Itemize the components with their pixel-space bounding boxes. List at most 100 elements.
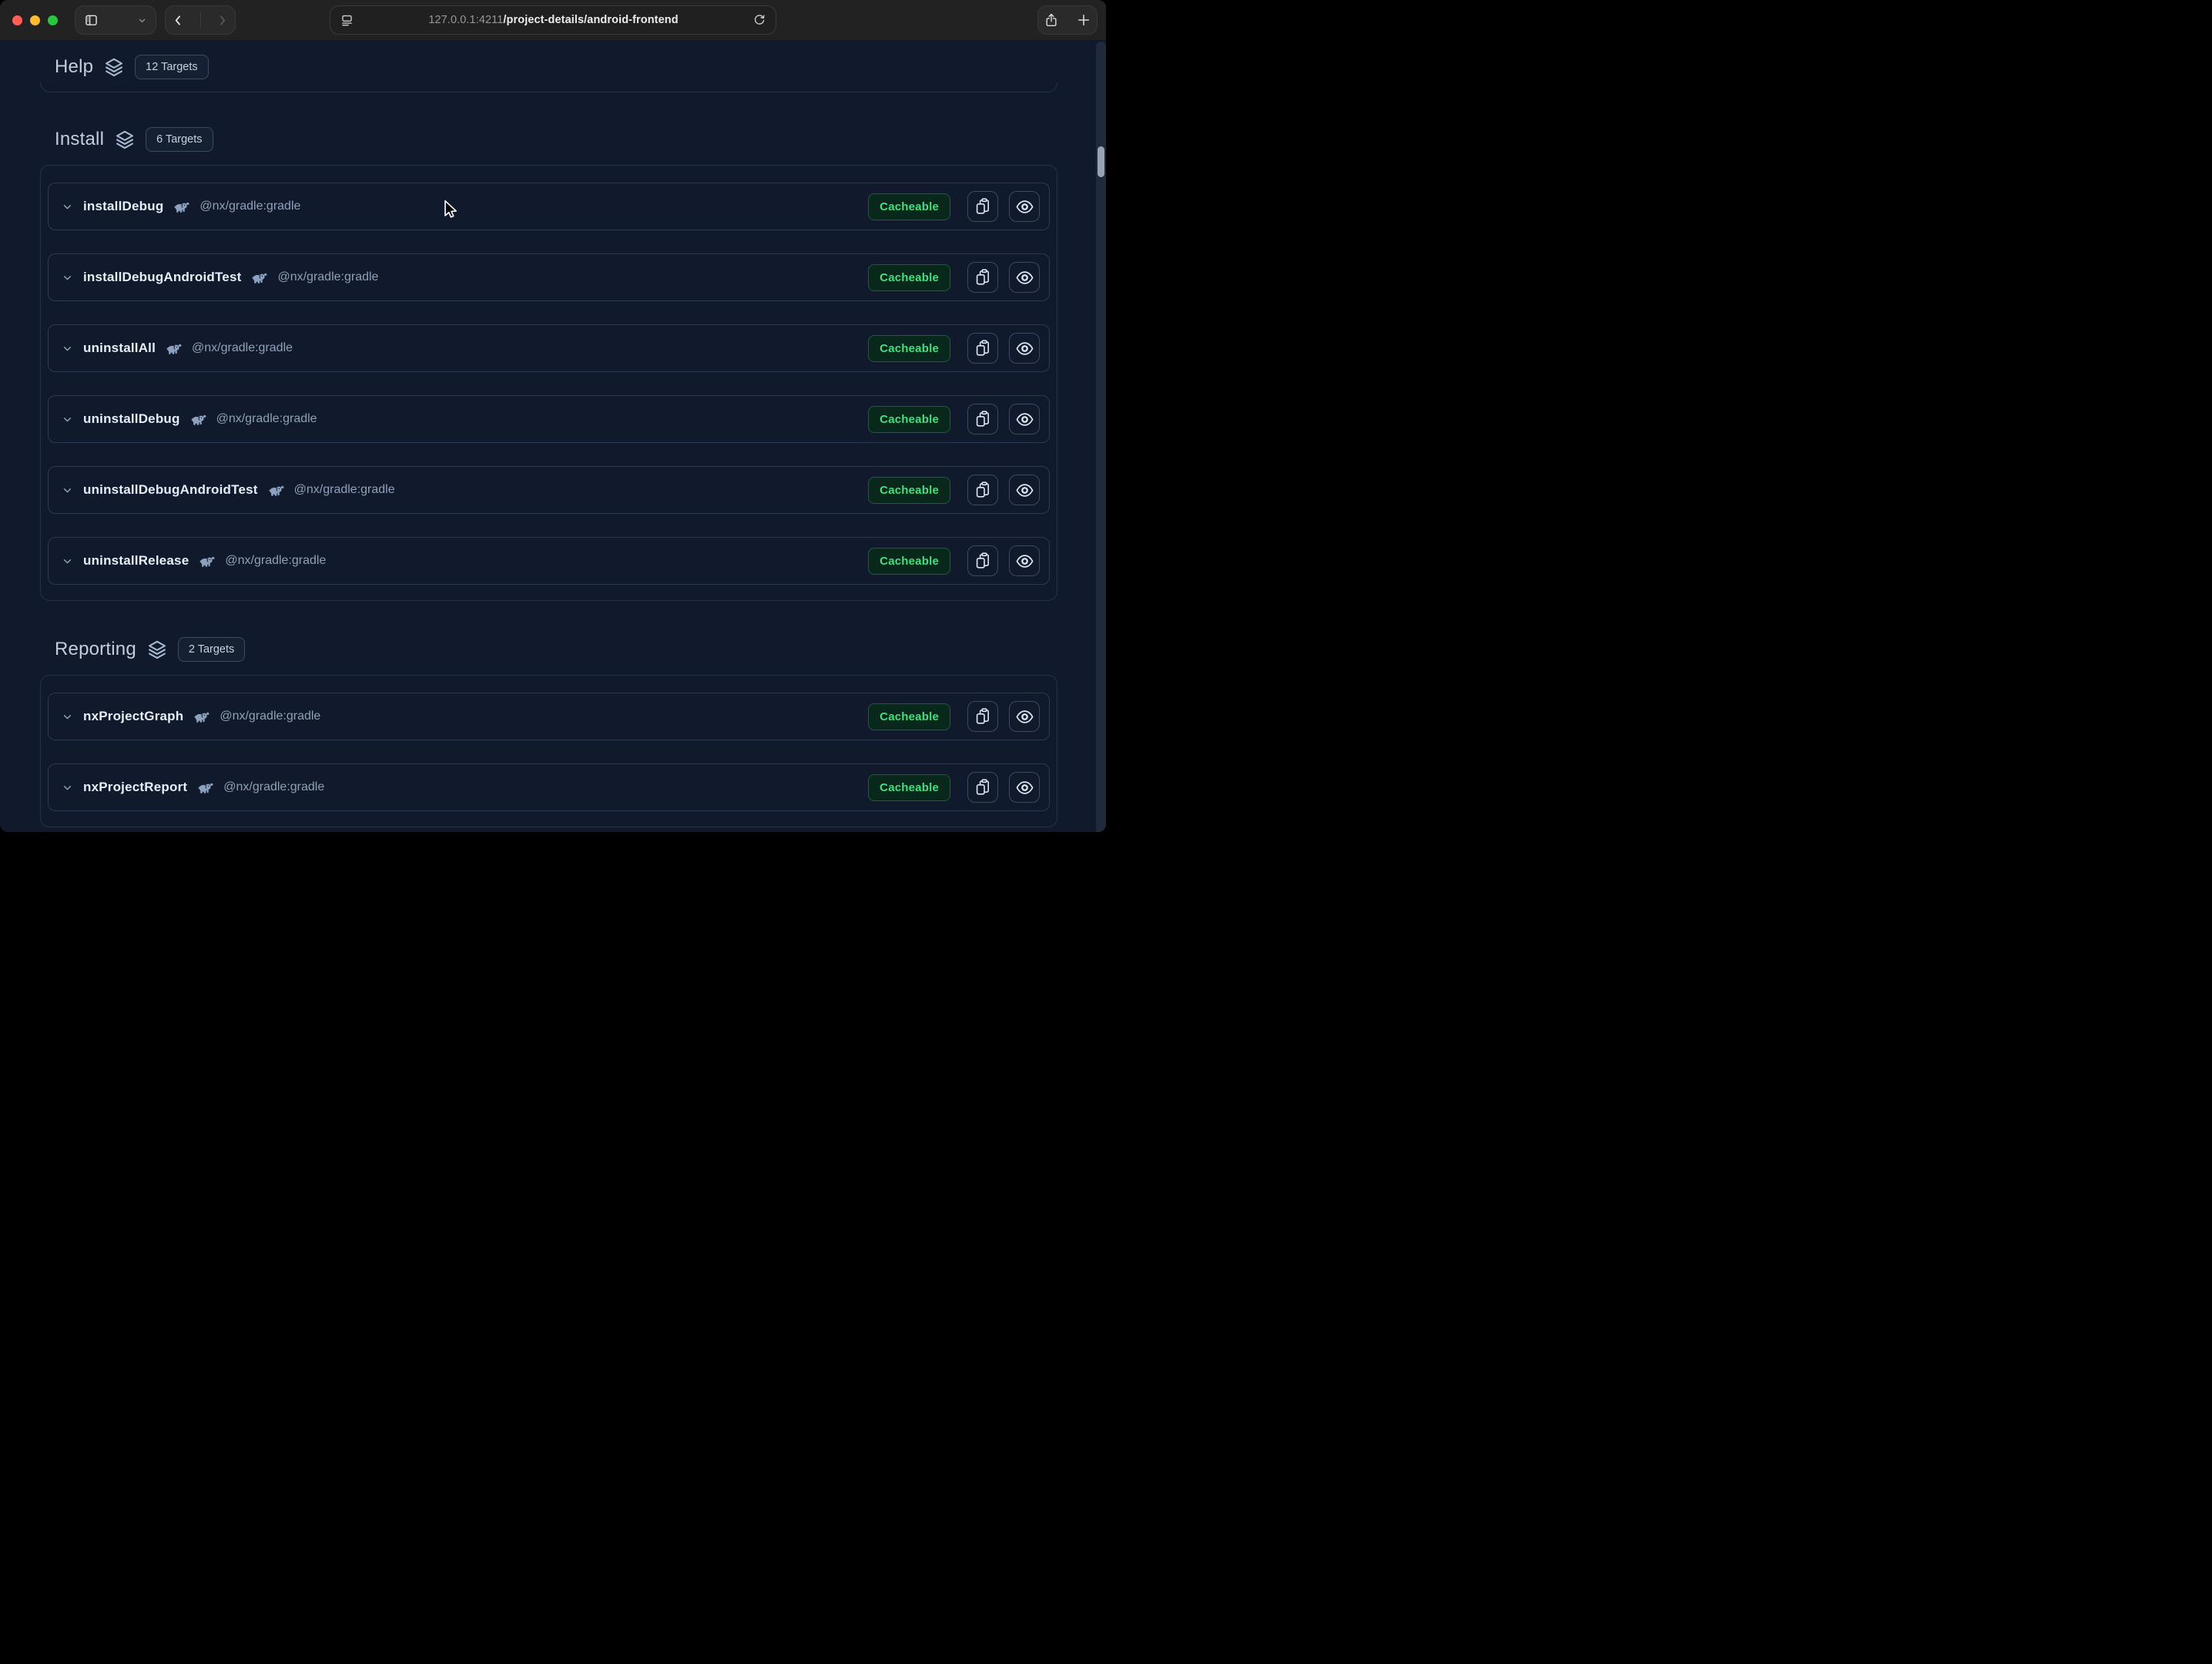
target-name: installDebug [83,199,163,214]
view-target-button[interactable] [1009,772,1040,803]
gradle-elephant-icon [166,341,182,356]
copy-target-button[interactable] [967,475,998,505]
section-header: Install 6 Targets [55,126,1057,153]
target-executor: @nx/gradle:gradle [220,710,320,723]
layers-icon [104,57,124,77]
expand-chevron-icon[interactable] [61,200,74,213]
copy-target-button[interactable] [967,191,998,222]
section-header: Reporting 2 Targets [55,636,1057,663]
copy-target-button[interactable] [967,404,998,434]
eye-icon [1015,552,1034,571]
targets-count-badge: 2 Targets [178,637,245,662]
expand-chevron-icon[interactable] [61,710,74,723]
targets-count-badge: 6 Targets [146,127,213,152]
target-row[interactable]: uninstallRelease @nx/gradle:gradle Cache… [48,537,1050,585]
row-actions: Cacheable [868,772,1040,803]
sidebar-toggle-button[interactable] [83,12,99,29]
back-button[interactable] [171,13,186,28]
forward-button[interactable] [215,13,230,28]
view-target-button[interactable] [1009,475,1040,505]
share-group [1037,5,1098,35]
copy-target-button[interactable] [967,262,998,293]
target-row[interactable]: uninstallDebugAndroidTest @nx/gradle:gra… [48,466,1050,514]
sidebar-toggle-group [75,5,156,35]
row-actions: Cacheable [868,262,1040,293]
eye-icon [1015,197,1034,216]
copy-target-button[interactable] [967,545,998,576]
share-icon [1044,12,1059,28]
target-executor: @nx/gradle:gradle [216,412,317,426]
expand-chevron-icon[interactable] [61,413,74,426]
view-target-button[interactable] [1009,333,1040,364]
view-target-button[interactable] [1009,191,1040,222]
target-row[interactable]: installDebugAndroidTest @nx/gradle:gradl… [48,253,1050,301]
gradle-elephant-icon [251,270,267,285]
targets-count-badge: 12 Targets [135,55,208,79]
share-button[interactable] [1044,12,1059,28]
view-target-button[interactable] [1009,701,1040,732]
view-target-button[interactable] [1009,262,1040,293]
target-name: uninstallDebug [83,411,180,427]
section-title: Install [55,129,104,150]
clipboard-copy-icon [974,778,992,797]
cacheable-badge: Cacheable [868,264,950,291]
scrollbar-track[interactable] [1096,42,1106,832]
target-name: nxProjectGraph [83,709,183,724]
page-settings-button[interactable] [340,13,354,28]
chevron-down-icon [136,15,148,26]
zoom-window-button[interactable] [48,15,58,25]
cacheable-badge: Cacheable [868,335,950,362]
copy-target-button[interactable] [967,701,998,732]
eye-icon [1015,707,1034,726]
copy-target-button[interactable] [967,772,998,803]
target-executor: @nx/gradle:gradle [277,270,378,284]
view-target-button[interactable] [1009,404,1040,434]
eye-icon [1015,481,1034,500]
clipboard-copy-icon [974,268,992,287]
project-targets-list: Help 12 Targets Install 6 Targ [40,53,1057,827]
cacheable-badge: Cacheable [868,703,950,730]
tab-overview-chevron-button[interactable] [136,15,148,26]
cacheable-badge: Cacheable [868,548,950,575]
new-tab-button[interactable] [1076,12,1091,28]
gradle-elephant-icon [199,553,215,569]
copy-target-button[interactable] [967,333,998,364]
eye-icon [1015,268,1034,287]
target-executor: @nx/gradle:gradle [199,200,300,213]
nav-divider [200,12,201,28]
target-row[interactable]: nxProjectReport @nx/gradle:gradle Cachea… [48,763,1050,811]
target-group: nxProjectGraph @nx/gradle:gradle Cacheab… [40,675,1057,827]
row-actions: Cacheable [868,333,1040,364]
clipboard-copy-icon [974,339,992,357]
expand-chevron-icon[interactable] [61,271,74,284]
reload-button[interactable] [752,13,766,27]
view-target-button[interactable] [1009,545,1040,576]
chevron-right-icon [215,13,230,28]
address-bar[interactable]: 127.0.0.1:4211/project-details/android-f… [330,5,776,35]
target-name: uninstallAll [83,341,156,356]
target-row[interactable]: uninstallAll @nx/gradle:gradle Cacheable [48,324,1050,372]
expand-chevron-icon[interactable] [61,555,74,568]
nav-button-group [165,5,236,35]
clipboard-copy-icon [974,707,992,726]
expand-chevron-icon[interactable] [61,484,74,497]
traffic-lights [12,15,58,25]
minimize-window-button[interactable] [30,15,40,25]
gradle-elephant-icon [190,411,206,427]
target-row[interactable]: installDebug @nx/gradle:gradle Cacheable [48,183,1050,230]
url-text: 127.0.0.1:4211/project-details/android-f… [354,14,752,26]
cacheable-badge: Cacheable [868,193,950,220]
target-name: nxProjectReport [83,780,187,795]
target-row[interactable]: nxProjectGraph @nx/gradle:gradle Cacheab… [48,693,1050,740]
section-title: Help [55,56,93,78]
scrollbar-thumb[interactable] [1098,146,1104,177]
target-section: Help 12 Targets [40,53,1057,92]
expand-chevron-icon[interactable] [61,342,74,355]
target-row[interactable]: uninstallDebug @nx/gradle:gradle Cacheab… [48,395,1050,443]
gradle-elephant-icon [173,199,189,214]
close-window-button[interactable] [12,15,22,25]
target-name: installDebugAndroidTest [83,270,241,285]
expand-chevron-icon[interactable] [61,781,74,794]
clipboard-copy-icon [974,552,992,570]
target-group [40,82,1057,92]
